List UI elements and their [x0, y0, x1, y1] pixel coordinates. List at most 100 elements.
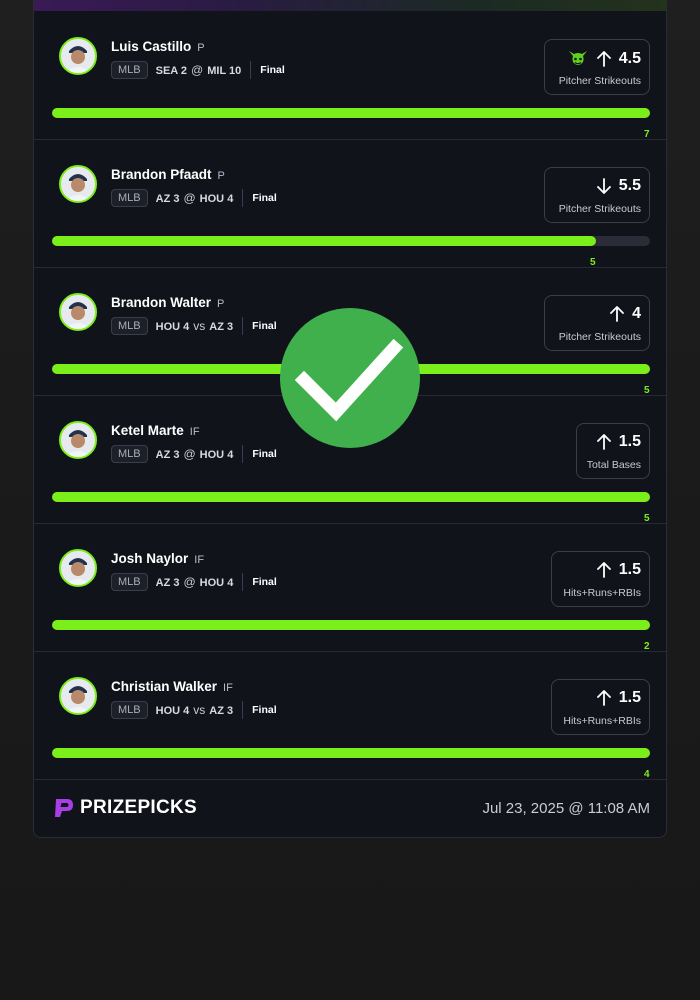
arrow-up-icon [610, 306, 624, 322]
progress-fill [52, 748, 650, 758]
player-name: Ketel Marte IF [111, 423, 200, 438]
player-name: Brandon Pfaadt P [111, 167, 225, 182]
player-position: IF [189, 426, 200, 438]
matchup-separator: vs [193, 319, 206, 333]
projection-top: 4.5 [567, 49, 641, 69]
score-b: 10 [229, 65, 242, 77]
stat-type: Hits+Runs+RBIs [563, 715, 641, 727]
score-b: 3 [227, 321, 234, 333]
card-header-strip [34, 0, 666, 11]
player-name: Christian Walker IF [111, 679, 233, 694]
league-badge: MLB [111, 701, 148, 719]
player-avatar [59, 677, 97, 715]
projection-top: 1.5 [596, 689, 641, 707]
player-name-text: Luis Castillo [111, 39, 192, 54]
matchup: AZ 3 @ HOU 4 [156, 191, 234, 205]
league-badge: MLB [111, 573, 148, 591]
win-check-badge [280, 308, 420, 448]
stat-type: Pitcher Strikeouts [558, 75, 641, 87]
matchup: SEA 2 @ MIL 10 [156, 63, 242, 77]
projection-box[interactable]: 1.5 Total Bases [576, 423, 650, 479]
game-status: Final [260, 64, 285, 76]
player-name: Josh Naylor IF [111, 551, 204, 566]
player-name: Brandon Walter P [111, 295, 224, 310]
projection-box[interactable]: 5.5 Pitcher Strikeouts [544, 167, 650, 223]
player-position: P [217, 298, 225, 310]
stat-type: Pitcher Strikeouts [558, 331, 641, 343]
score-b: 4 [227, 449, 234, 461]
game-status: Final [252, 576, 277, 588]
game-info: MLB AZ 3 @ HOU 4 Final [111, 188, 277, 208]
card-footer: PRIZEPICKS Jul 23, 2025 @ 11:08 AM [34, 779, 666, 837]
progress-track [52, 492, 650, 502]
pick-row[interactable]: Josh Naylor IF MLB AZ 3 @ HOU 4 Final 1.5 H… [34, 524, 666, 652]
projection-box[interactable]: 4.5 Pitcher Strikeouts [544, 39, 650, 95]
arrow-up-icon [596, 51, 611, 67]
game-info: MLB HOU 4 vs AZ 3 Final [111, 316, 277, 336]
demon-icon [567, 49, 589, 69]
team-b: MIL [207, 65, 226, 77]
pick-row[interactable]: Brandon Pfaadt P MLB AZ 3 @ HOU 4 Final 5.5 [34, 140, 666, 268]
projection-line: 1.5 [618, 433, 641, 450]
player-position: P [197, 42, 205, 54]
team-b: HOU [199, 449, 225, 461]
matchup: HOU 4 vs AZ 3 [156, 319, 234, 333]
league-badge: MLB [111, 61, 148, 79]
projection-box[interactable]: 1.5 Hits+Runs+RBIs [551, 679, 650, 735]
projection-box[interactable]: 1.5 Hits+Runs+RBIs [551, 551, 650, 607]
player-name-text: Brandon Pfaadt [111, 167, 212, 182]
score-a: 3 [173, 193, 180, 205]
score-a: 4 [183, 321, 190, 333]
matchup-separator: @ [183, 447, 196, 461]
game-status: Final [252, 320, 277, 332]
projection-line: 4 [632, 305, 641, 322]
score-a: 3 [173, 449, 180, 461]
projection-top: 4 [610, 305, 641, 323]
game-status: Final [252, 192, 277, 204]
matchup-separator: @ [191, 63, 204, 77]
progress-fill [52, 236, 596, 246]
matchup-separator: @ [183, 575, 196, 589]
player-avatar [59, 37, 97, 75]
game-status: Final [252, 448, 277, 460]
game-info: MLB AZ 3 @ HOU 4 Final [111, 572, 277, 592]
score-b: 4 [227, 193, 234, 205]
meta-divider [242, 573, 244, 591]
meta-divider [242, 445, 244, 463]
pick-row[interactable]: Luis Castillo P MLB SEA 2 @ MIL 10 Final 4.… [34, 12, 666, 140]
progress-fill [52, 492, 650, 502]
footer-divider [34, 779, 666, 780]
game-info: MLB SEA 2 @ MIL 10 Final [111, 60, 285, 80]
game-info: MLB AZ 3 @ HOU 4 Final [111, 444, 277, 464]
check-icon [294, 338, 404, 422]
progress-track [52, 236, 650, 246]
arrow-down-icon [596, 178, 611, 194]
projection-line: 1.5 [618, 689, 641, 706]
player-name-text: Brandon Walter [111, 295, 212, 310]
progress-fill [52, 620, 650, 630]
score-b: 3 [227, 705, 234, 717]
progress-track [52, 748, 650, 758]
projection-line: 1.5 [618, 561, 641, 578]
projection-line: 5.5 [618, 177, 641, 194]
player-position: P [217, 170, 225, 182]
score-b: 4 [227, 577, 234, 589]
team-a: AZ [155, 193, 171, 205]
player-position: IF [223, 682, 233, 694]
team-a: HOU [155, 705, 181, 717]
player-avatar [59, 293, 97, 331]
matchup: AZ 3 @ HOU 4 [156, 447, 234, 461]
progress-track [52, 620, 650, 630]
league-badge: MLB [111, 317, 148, 335]
team-b: HOU [199, 193, 225, 205]
team-a: AZ [155, 449, 171, 461]
stat-type: Total Bases [586, 459, 641, 471]
player-avatar [59, 165, 97, 203]
matchup: AZ 3 @ HOU 4 [156, 575, 234, 589]
player-avatar [59, 421, 97, 459]
projection-top: 5.5 [596, 177, 641, 195]
projection-box[interactable]: 4 Pitcher Strikeouts [544, 295, 650, 351]
player-name: Luis Castillo P [111, 39, 205, 54]
pick-row[interactable]: Christian Walker IF MLB HOU 4 vs AZ 3 Final… [34, 652, 666, 780]
projection-line: 4.5 [618, 50, 641, 67]
